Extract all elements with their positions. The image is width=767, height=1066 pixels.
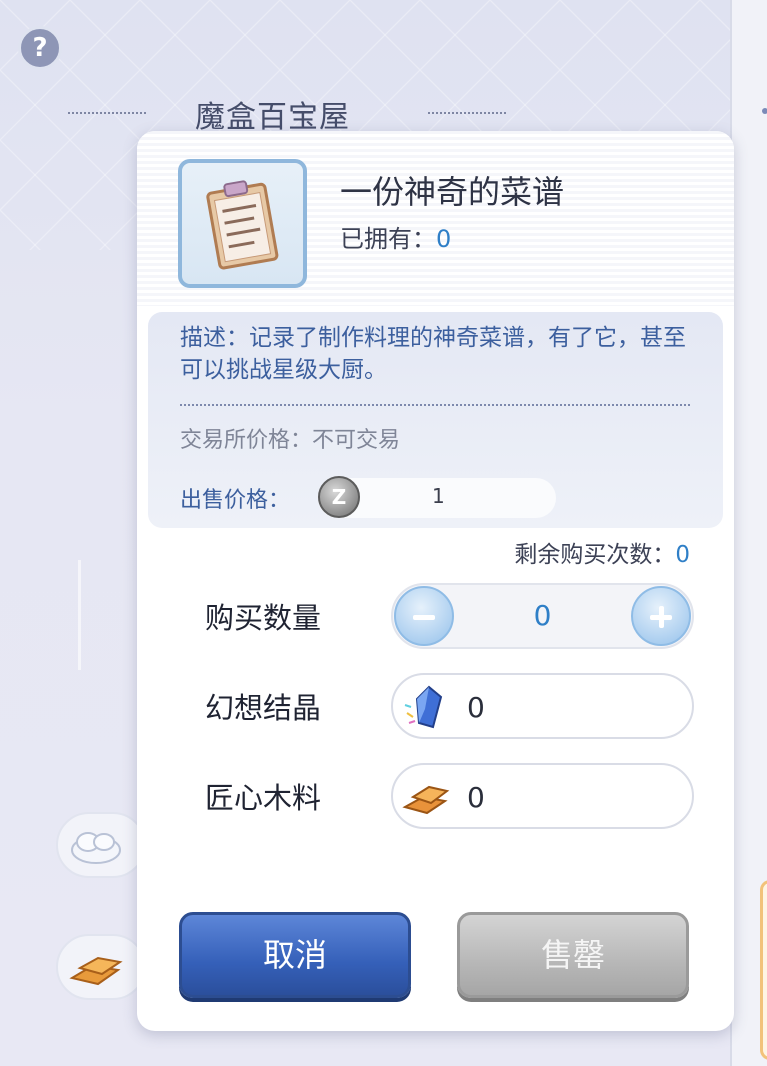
remaining-count: 0 <box>675 542 690 568</box>
plus-icon-vertical <box>659 606 664 628</box>
cloud-stone-icon <box>71 832 121 864</box>
purchase-dialog: 一份神奇的菜谱 已拥有：0 描述：记录了制作料理的神奇菜谱，有了它，甚至可以挑战… <box>137 131 734 1031</box>
shop-title: 魔盒百宝屋 <box>195 100 350 135</box>
sell-price-label: 出售价格： <box>180 488 291 513</box>
panel-highlight-tab <box>760 880 767 1060</box>
item-icon-frame <box>178 159 307 288</box>
owned-label: 已拥有： <box>340 225 436 253</box>
cost-label-crystal: 幻想结晶 <box>205 691 322 725</box>
title-dots-left <box>68 112 146 114</box>
exchange-price: 交易所价格：不可交易 <box>180 428 401 453</box>
help-icon[interactable]: ? <box>18 26 62 70</box>
owned-count-text: 已拥有：0 <box>340 219 451 254</box>
sold-out-button[interactable]: 售罄 <box>457 912 689 998</box>
zeny-coin-icon: Z <box>318 476 360 518</box>
cost-crystal-pill: 0 <box>391 673 694 739</box>
owned-count: 0 <box>436 225 452 253</box>
cost-crystal-value: 0 <box>467 691 485 724</box>
item-info-box: 描述：记录了制作料理的神奇菜谱，有了它，甚至可以挑战星级大厨。 交易所价格：不可… <box>148 312 723 528</box>
sell-price-value: 1 <box>432 484 445 508</box>
item-name: 一份神奇的菜谱 <box>340 173 565 211</box>
wood-bar-icon <box>69 956 123 986</box>
background-right-panel <box>730 0 767 1066</box>
background-resource-crystal <box>56 812 146 878</box>
increase-button[interactable] <box>631 586 691 646</box>
cost-wood-pill: 0 <box>391 763 694 829</box>
background-resource-wood <box>56 934 146 1000</box>
info-divider <box>180 404 690 406</box>
remaining-purchases: 剩余购买次数：0 <box>514 535 690 569</box>
sell-price-pill: Z 1 <box>318 476 556 518</box>
panel-bullet <box>762 108 767 114</box>
cancel-button[interactable]: 取消 <box>179 912 411 998</box>
recipe-clipboard-icon <box>205 179 278 269</box>
craftsman-wood-icon <box>402 785 450 815</box>
cost-wood-value: 0 <box>467 781 485 814</box>
fantasy-crystal-icon <box>404 685 443 729</box>
quantity-label: 购买数量 <box>205 601 322 635</box>
title-dots-right <box>428 112 506 114</box>
background-decoration <box>78 560 128 670</box>
quantity-stepper: 0 <box>391 583 694 649</box>
item-description: 描述：记录了制作料理的神奇菜谱，有了它，甚至可以挑战星级大厨。 <box>180 325 686 383</box>
remaining-label: 剩余购买次数： <box>514 542 676 568</box>
cost-label-wood: 匠心木料 <box>205 781 322 815</box>
